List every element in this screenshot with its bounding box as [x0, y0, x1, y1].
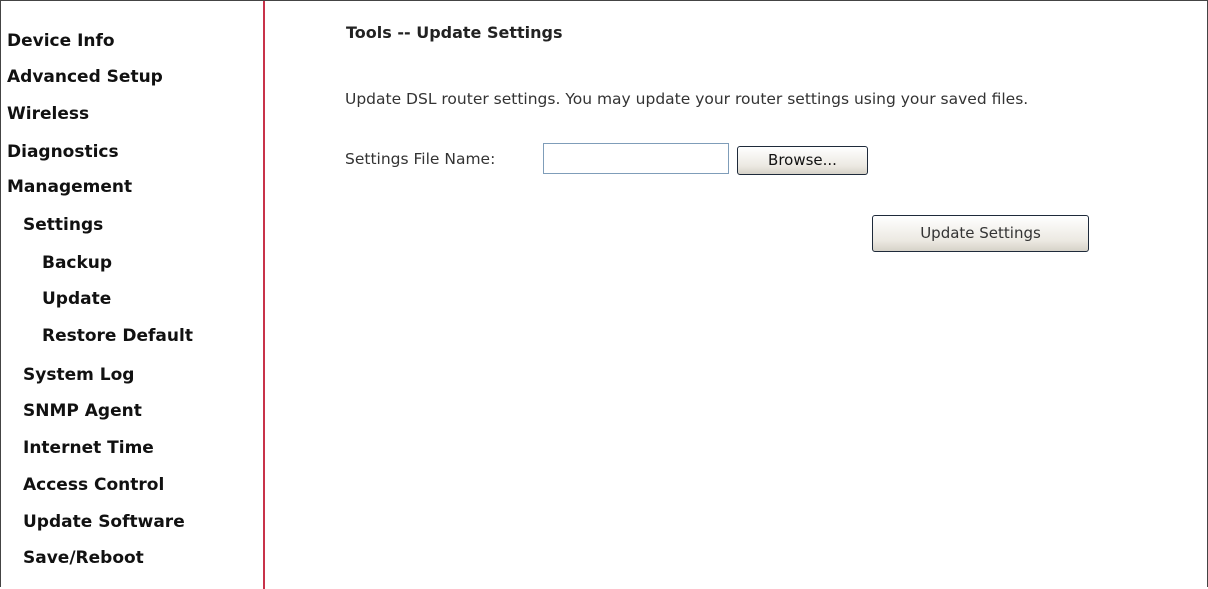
sidebar-item-diagnostics[interactable]: Diagnostics	[7, 142, 119, 162]
sidebar-item-restore-default[interactable]: Restore Default	[42, 326, 193, 346]
settings-file-label: Settings File Name:	[345, 150, 496, 168]
page-description: Update DSL router settings. You may upda…	[345, 90, 1029, 108]
sidebar-item-access-control[interactable]: Access Control	[23, 475, 164, 495]
sidebar-item-update[interactable]: Update	[42, 289, 111, 309]
sidebar-item-save-reboot[interactable]: Save/Reboot	[23, 548, 144, 568]
page-frame: Device Info Advanced Setup Wireless Diag…	[0, 0, 1208, 589]
sidebar-item-settings[interactable]: Settings	[23, 215, 103, 235]
sidebar-item-internet-time[interactable]: Internet Time	[23, 438, 154, 458]
sidebar-item-backup[interactable]: Backup	[42, 253, 112, 273]
sidebar-nav: Device Info Advanced Setup Wireless Diag…	[1, 1, 265, 589]
update-settings-button[interactable]: Update Settings	[872, 215, 1089, 252]
sidebar-item-wireless[interactable]: Wireless	[7, 104, 89, 124]
browse-button[interactable]: Browse...	[737, 146, 868, 175]
sidebar-item-update-software[interactable]: Update Software	[23, 512, 185, 532]
sidebar-item-device-info[interactable]: Device Info	[7, 31, 115, 51]
settings-file-input[interactable]	[543, 143, 729, 174]
page-title: Tools -- Update Settings	[346, 23, 563, 42]
sidebar-item-management[interactable]: Management	[7, 177, 132, 197]
sidebar-item-snmp-agent[interactable]: SNMP Agent	[23, 401, 142, 421]
sidebar-item-system-log[interactable]: System Log	[23, 365, 134, 385]
sidebar-item-advanced-setup[interactable]: Advanced Setup	[7, 67, 163, 87]
main-content: Tools -- Update Settings Update DSL rout…	[265, 1, 1207, 587]
